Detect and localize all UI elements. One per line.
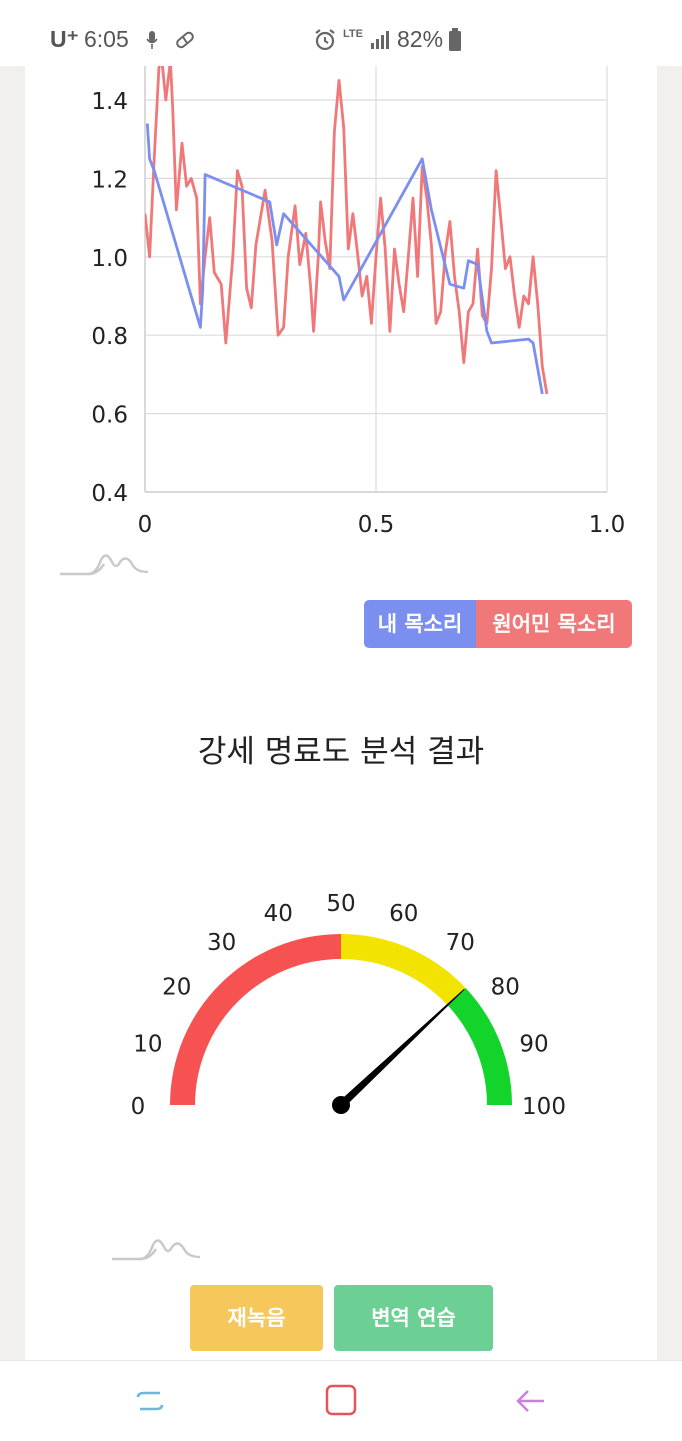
gauge-band-0 bbox=[170, 934, 341, 1105]
gauge-tick-label: 0 bbox=[131, 1094, 146, 1120]
legend-native-voice[interactable]: 원어민 목소리 bbox=[476, 600, 632, 648]
wave-icon bbox=[112, 1239, 201, 1261]
stress-clarity-gauge: 0 10 20 30 40 50 60 70 80 90 100 bbox=[131, 891, 566, 1120]
navigation-bar bbox=[0, 1360, 682, 1441]
gauge-tick-label: 30 bbox=[207, 930, 236, 956]
gauge-band-2 bbox=[447, 987, 512, 1105]
y-tick-label: 1.4 bbox=[91, 89, 128, 115]
interpretation-practice-button[interactable]: 변역 연습 bbox=[334, 1285, 493, 1351]
gauge-tick-label: 60 bbox=[389, 901, 418, 927]
x-tick-label: 0 bbox=[138, 512, 153, 538]
recent-apps-icon[interactable] bbox=[134, 1385, 166, 1417]
pitch-line-chart: 0.4 0.6 0.8 1.0 1.2 1.4 0 0.5 1.0 bbox=[91, 66, 626, 538]
gauge-tick-label: 90 bbox=[519, 1031, 548, 1057]
gauge-tick-label: 80 bbox=[491, 975, 520, 1001]
back-icon[interactable] bbox=[514, 1385, 546, 1417]
gauge-needle bbox=[337, 988, 465, 1109]
gauge-section-title: 강세 명료도 분석 결과 bbox=[197, 734, 485, 770]
gauge-tick-label: 50 bbox=[326, 891, 355, 917]
gauge-tick-label: 40 bbox=[264, 901, 293, 927]
home-icon[interactable] bbox=[324, 1383, 358, 1417]
y-tick-label: 1.2 bbox=[91, 167, 128, 193]
wave-icon bbox=[60, 554, 149, 576]
x-tick-label: 1.0 bbox=[589, 512, 626, 538]
y-tick-label: 1.0 bbox=[91, 246, 128, 272]
y-tick-label: 0.4 bbox=[91, 481, 128, 507]
gauge-needle-hub bbox=[332, 1096, 350, 1114]
legend-my-voice[interactable]: 내 목소리 bbox=[364, 600, 476, 648]
gauge-tick-label: 20 bbox=[162, 975, 191, 1001]
gauge-tick-label: 70 bbox=[446, 930, 475, 956]
y-tick-label: 0.6 bbox=[91, 403, 128, 429]
gauge-tick-label: 10 bbox=[133, 1031, 162, 1057]
rerecord-button[interactable]: 재녹음 bbox=[190, 1285, 323, 1351]
x-tick-label: 0.5 bbox=[358, 512, 395, 538]
gauge-tick-label: 100 bbox=[522, 1094, 566, 1120]
y-tick-label: 0.8 bbox=[91, 324, 128, 350]
